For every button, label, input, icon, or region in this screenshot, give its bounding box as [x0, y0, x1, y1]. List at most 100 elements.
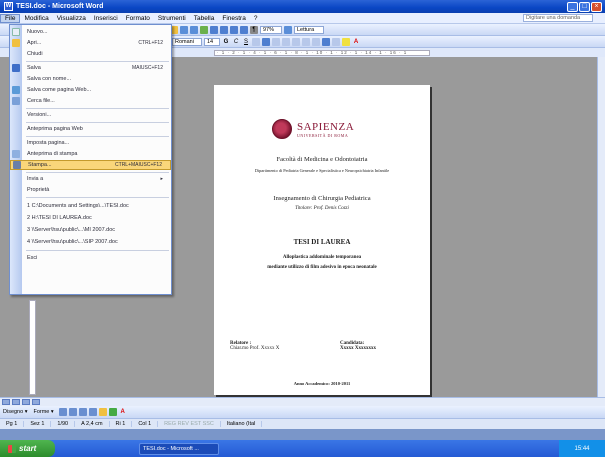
menu-item-print[interactable]: Stampa... CTRL+MAIUSC+F12 [10, 160, 171, 170]
menu-item-recent-3[interactable]: 3 \\Server\hsu\public\...\MI 2007.doc [10, 225, 171, 235]
border-icon[interactable] [332, 37, 340, 46]
menu-tabella[interactable]: Tabella [190, 15, 219, 22]
menu-item-recent-2[interactable]: 2 H:\TESI DI LAUREA.doc [10, 213, 171, 223]
status-page: Pg 1 [0, 421, 25, 427]
drawing-icon[interactable] [240, 25, 248, 34]
thesis-subtitle-1: Alloplastica addominale temporanea [282, 255, 362, 260]
menu-item-recent-1[interactable]: 1 C:\Documents and Settings\...\TESI.doc [10, 201, 171, 211]
menu-formato[interactable]: Formato [122, 15, 154, 22]
print-layout-icon[interactable] [22, 399, 30, 405]
menu-item-save-web[interactable]: Salva come pagina Web... [10, 85, 171, 95]
arrow-icon[interactable] [68, 408, 77, 416]
menu-item-save[interactable]: Salva MAIUSC+F12 [10, 63, 171, 73]
shapes-menu[interactable]: Forme ▾ [30, 409, 56, 415]
window-title: TESI.doc - Microsoft Word [16, 3, 104, 10]
align-right-icon[interactable] [272, 37, 280, 46]
underline-icon[interactable]: S [242, 38, 250, 46]
menu-strumenti[interactable]: Strumenti [154, 15, 190, 22]
align-left-icon[interactable] [252, 37, 260, 46]
start-label: start [19, 444, 37, 453]
new-document-icon [12, 28, 20, 36]
menu-item-print-preview[interactable]: Anteprima di stampa [10, 149, 171, 159]
outline-view-icon[interactable] [32, 399, 40, 405]
status-language[interactable]: Italiano (Ital [221, 421, 263, 427]
desktop-gap [0, 429, 605, 440]
style-select[interactable]: Romani [172, 37, 202, 46]
status-bar: Pg 1 Sez 1 1/90 A 2,4 cm Ri 1 Col 1 REG … [0, 418, 605, 429]
normal-view-icon[interactable] [2, 399, 10, 405]
menu-visualizza[interactable]: Visualizza [53, 15, 90, 22]
menu-item-send-to[interactable]: Invia a ▸ [10, 174, 171, 184]
horizontal-scrollbar[interactable] [0, 397, 605, 406]
web-page-icon [12, 86, 20, 94]
draw-font-color-icon[interactable]: A [119, 408, 127, 416]
web-view-icon[interactable] [12, 399, 20, 405]
maximize-button[interactable]: □ [579, 1, 590, 12]
font-size-select[interactable]: 14 [204, 37, 220, 46]
line-icon[interactable] [58, 408, 67, 416]
taskbar-item-word[interactable]: TESI.doc - Microsoft ... [139, 442, 219, 455]
read-button[interactable]: Lettura [294, 25, 324, 34]
menu-item-page-setup[interactable]: Imposta pagina... [10, 138, 171, 148]
menu-item-recent-4[interactable]: 4 \\Server\hsu\public\...\SIP 2007.doc [10, 237, 171, 247]
align-center-icon[interactable] [262, 37, 270, 46]
faculty-text: Facoltà di Medicina e Odontoiatria [276, 156, 368, 163]
font-color-icon[interactable]: A [352, 38, 360, 46]
fill-color-icon[interactable] [98, 408, 107, 416]
excel-icon[interactable] [220, 25, 228, 34]
oval-icon[interactable] [88, 408, 97, 416]
italic-icon[interactable]: C [232, 38, 240, 46]
menu-modifica[interactable]: Modifica [20, 15, 52, 22]
redo-icon[interactable] [190, 25, 198, 34]
indent-icon[interactable] [322, 37, 330, 46]
university-seal-icon [272, 119, 292, 139]
close-button[interactable]: × [591, 1, 602, 12]
menu-item-versions[interactable]: Versioni... [10, 110, 171, 120]
thesis-subtitle-2: mediante utilizzo di film adesivo in epo… [267, 265, 377, 270]
department-text: Dipartimento di Pediatria Generale e Spe… [254, 168, 390, 173]
draw-menu[interactable]: Disegno ▾ [0, 409, 30, 415]
drawing-toolbar: Disegno ▾ Forme ▾ A [0, 406, 605, 418]
zoom-select[interactable]: 97% [260, 25, 282, 34]
menu-item-exit[interactable]: Esci [10, 253, 171, 263]
bullets-icon[interactable] [312, 37, 320, 46]
minimize-button[interactable]: _ [567, 1, 578, 12]
rectangle-icon[interactable] [78, 408, 87, 416]
menu-inserisci[interactable]: Inserisci [90, 15, 122, 22]
bold-icon[interactable]: G [222, 38, 230, 46]
document-page[interactable]: SAPIENZA UNIVERSITÀ DI ROMA Facoltà di M… [214, 85, 430, 395]
line-spacing-icon[interactable] [292, 37, 300, 46]
menu-item-close[interactable]: Chiudi [10, 49, 171, 59]
hyperlink-icon[interactable] [200, 25, 208, 34]
menu-item-web-preview[interactable]: Anteprima pagina Web [10, 124, 171, 134]
undo-icon[interactable] [180, 25, 188, 34]
menu-item-new[interactable]: Nuovo... [10, 27, 171, 37]
menu-item-open[interactable]: Apri... CTRL+F12 [10, 38, 171, 48]
menu-help[interactable]: ? [250, 15, 262, 22]
menu-item-properties[interactable]: Proprietà [10, 185, 171, 195]
line-color-icon[interactable] [108, 408, 117, 416]
menu-item-search[interactable]: Cerca file... [10, 96, 171, 106]
start-button[interactable]: start [0, 440, 55, 457]
logo-sub: UNIVERSITÀ DI ROMA [297, 132, 349, 138]
columns-icon[interactable] [230, 25, 238, 34]
menu-file[interactable]: File [0, 13, 21, 23]
pilcrow-icon[interactable]: ¶ [250, 25, 258, 34]
justify-icon[interactable] [282, 37, 290, 46]
highlight-icon[interactable] [342, 37, 350, 46]
save-icon [12, 64, 20, 72]
status-modes[interactable]: REG REV EST SSC [158, 421, 221, 427]
table-icon[interactable] [210, 25, 218, 34]
numbering-icon[interactable] [302, 37, 310, 46]
vertical-scrollbar[interactable] [597, 57, 605, 397]
menu-item-save-as[interactable]: Salva con nome... [10, 74, 171, 84]
help-icon[interactable] [284, 25, 292, 34]
candidata-name: Xxxxx Xxxxxxxx [340, 346, 376, 351]
academic-year: Anno Accademico: 2010-2011 [293, 381, 351, 386]
vertical-ruler [29, 300, 36, 395]
help-search-input[interactable]: Digitare una domanda [523, 14, 593, 22]
menu-finestra[interactable]: Finestra [218, 15, 249, 22]
horizontal-ruler[interactable]: · 1 · 2 · 1 · 4 · 1 · 6 · 1 · 8 · 1 · 10… [214, 50, 430, 56]
status-col: Col 1 [132, 421, 159, 427]
menu-bar: File Modifica Visualizza Inserisci Forma… [0, 13, 605, 24]
